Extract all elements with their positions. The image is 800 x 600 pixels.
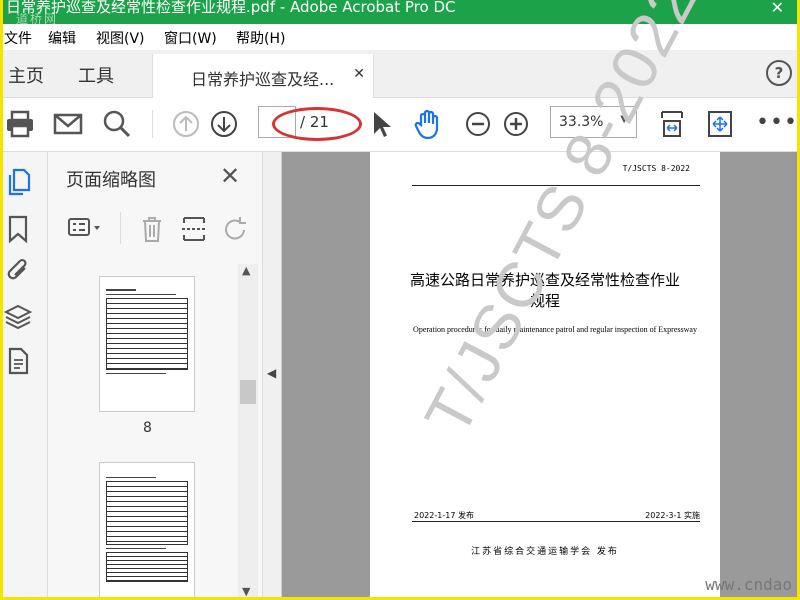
window-frame (0, 0, 800, 600)
